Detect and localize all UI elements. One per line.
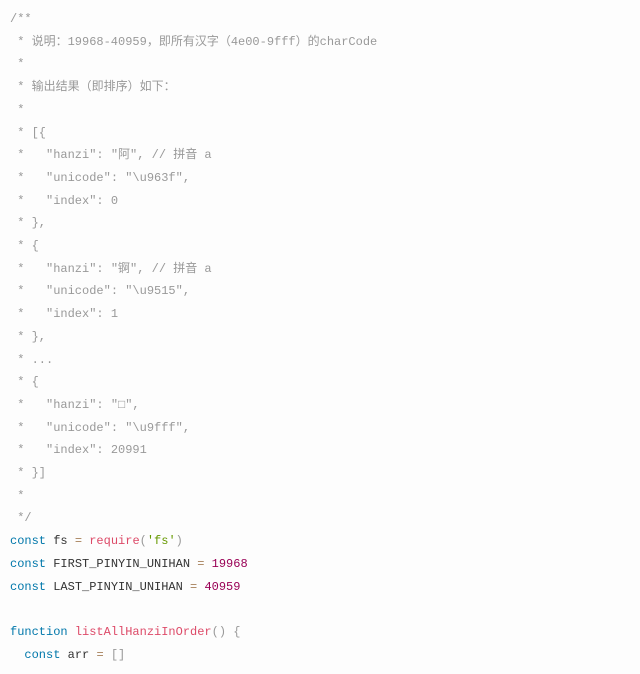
code-token: *: [10, 57, 24, 71]
code-token: * },: [10, 330, 46, 344]
code-line: * "unicode": "\u9515",: [10, 284, 190, 298]
code-token: const: [10, 580, 46, 594]
code-token: [68, 625, 75, 639]
code-line: * "index": 1: [10, 307, 118, 321]
code-token: * {: [10, 239, 39, 253]
code-token: {: [233, 625, 240, 639]
code-token: FIRST_PINYIN_UNIHAN: [46, 557, 197, 571]
code-token: function: [10, 625, 68, 639]
code-line: function listAllHanziInOrder() {: [10, 625, 240, 639]
code-token: * 说明：19968-40959，即所有汉字（4e00-9fff）的charCo…: [10, 35, 377, 49]
code-line: * "hanzi": "锕", // 拼音 a: [10, 262, 212, 276]
code-token: * "hanzi": "阿", // 拼音 a: [10, 148, 212, 162]
code-token: const: [24, 648, 60, 662]
code-token: 'fs': [147, 534, 176, 548]
code-line: * },: [10, 330, 46, 344]
code-token: * "hanzi": "□",: [10, 398, 140, 412]
code-token: * "unicode": "\u9515",: [10, 284, 190, 298]
code-token: *: [10, 489, 24, 503]
code-line: * }]: [10, 466, 46, 480]
code-token: [204, 557, 211, 571]
code-token: * "index": 0: [10, 194, 118, 208]
code-line: * "unicode": "\u963f",: [10, 171, 190, 185]
code-token: * "unicode": "\u9fff",: [10, 421, 190, 435]
code-line: const FIRST_PINYIN_UNIHAN = 19968: [10, 557, 248, 571]
code-line: */: [10, 511, 32, 525]
code-line: * {: [10, 239, 39, 253]
code-line: * "hanzi": "□",: [10, 398, 140, 412]
code-line: const fs = require('fs'): [10, 534, 183, 548]
code-token: * ...: [10, 353, 53, 367]
code-token: * },: [10, 216, 46, 230]
code-token: * {: [10, 375, 39, 389]
code-line: * "hanzi": "阿", // 拼音 a: [10, 148, 212, 162]
code-token: * "index": 20991: [10, 443, 147, 457]
code-line: * ...: [10, 353, 53, 367]
code-token: * }]: [10, 466, 46, 480]
code-line: const arr = []: [10, 648, 125, 662]
code-token: ): [219, 625, 226, 639]
code-line: * 输出结果（即排序）如下：: [10, 80, 176, 94]
code-token: /**: [10, 12, 32, 26]
code-token: [: [111, 648, 118, 662]
code-line: * "unicode": "\u9fff",: [10, 421, 190, 435]
code-token: arr: [60, 648, 96, 662]
code-token: =: [96, 648, 103, 662]
code-token: [10, 648, 24, 662]
code-token: * 输出结果（即排序）如下：: [10, 80, 176, 94]
code-line: /**: [10, 12, 32, 26]
code-token: 19968: [212, 557, 248, 571]
code-line: *: [10, 489, 24, 503]
code-token: ): [176, 534, 183, 548]
code-token: * "hanzi": "锕", // 拼音 a: [10, 262, 212, 276]
code-token: (: [212, 625, 219, 639]
code-line: *: [10, 103, 24, 117]
code-token: 40959: [204, 580, 240, 594]
code-line: * [{: [10, 126, 46, 140]
code-line: * "index": 20991: [10, 443, 147, 457]
code-token: * [{: [10, 126, 46, 140]
code-token: require: [89, 534, 139, 548]
code-token: ]: [118, 648, 125, 662]
code-token: const: [10, 557, 46, 571]
code-token: [104, 648, 111, 662]
code-line: * {: [10, 375, 39, 389]
code-line: * },: [10, 216, 46, 230]
code-line: *: [10, 57, 24, 71]
code-token: LAST_PINYIN_UNIHAN: [46, 580, 190, 594]
code-token: (: [140, 534, 147, 548]
code-token: =: [75, 534, 82, 548]
code-content: /** * 说明：19968-40959，即所有汉字（4e00-9fff）的ch…: [10, 12, 377, 662]
code-token: * "index": 1: [10, 307, 118, 321]
code-token: */: [10, 511, 32, 525]
code-line: * "index": 0: [10, 194, 118, 208]
code-line: const LAST_PINYIN_UNIHAN = 40959: [10, 580, 240, 594]
code-line: * 说明：19968-40959，即所有汉字（4e00-9fff）的charCo…: [10, 35, 377, 49]
code-block: /** * 说明：19968-40959，即所有汉字（4e00-9fff）的ch…: [10, 8, 630, 666]
code-token: fs: [46, 534, 75, 548]
code-token: *: [10, 103, 24, 117]
code-token: * "unicode": "\u963f",: [10, 171, 190, 185]
code-token: listAllHanziInOrder: [75, 625, 212, 639]
code-token: const: [10, 534, 46, 548]
